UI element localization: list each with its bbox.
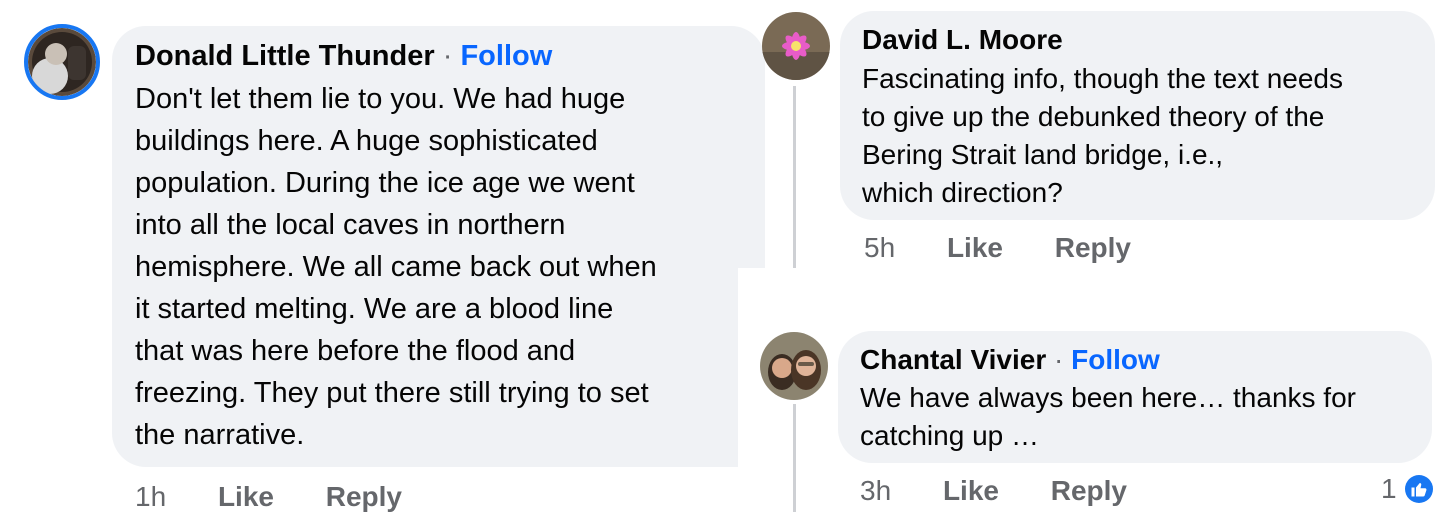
comment-line: catching up … bbox=[860, 420, 1039, 451]
comment-text-chantal: We have always been here… thanks for cat… bbox=[860, 379, 1356, 455]
reply-button[interactable]: Reply bbox=[326, 481, 402, 512]
comment-line: that was here before the flood and bbox=[135, 335, 576, 367]
comment-actions-david: 5h Like Reply bbox=[864, 232, 1175, 264]
avatar-david[interactable] bbox=[762, 12, 830, 80]
flower-photo-icon bbox=[762, 12, 830, 80]
reply-button[interactable]: Reply bbox=[1051, 475, 1127, 506]
follow-button[interactable]: Follow bbox=[460, 40, 552, 72]
like-button[interactable]: Like bbox=[947, 232, 1003, 263]
comment-line: to give up the debunked theory of the bbox=[862, 101, 1325, 132]
comment-line: into all the local caves in northern bbox=[135, 209, 566, 241]
comment-actions-chantal: 3h Like Reply bbox=[860, 475, 1171, 507]
comment-line: freezing. They put there still trying to… bbox=[135, 377, 649, 409]
comment-line: We have always been here… thanks for bbox=[860, 382, 1356, 413]
comment-author-donald: Donald Little Thunder · Follow bbox=[135, 40, 552, 73]
profile-photo-icon bbox=[28, 28, 96, 96]
comment-time[interactable]: 5h bbox=[864, 232, 895, 263]
comment-line: hemisphere. We all came back out when bbox=[135, 251, 657, 283]
follow-button[interactable]: Follow bbox=[1071, 344, 1160, 375]
comment-time[interactable]: 1h bbox=[135, 481, 166, 512]
like-thumb-icon bbox=[1404, 475, 1433, 503]
avatar-chantal[interactable] bbox=[760, 332, 828, 400]
comment-line: the narrative. bbox=[135, 419, 305, 451]
comment-line: Fascinating info, though the text needs bbox=[862, 63, 1343, 94]
author-name[interactable]: Donald Little Thunder bbox=[135, 40, 435, 72]
profile-photo-icon bbox=[760, 332, 828, 400]
reaction-summary[interactable]: 1 bbox=[1381, 473, 1433, 505]
comment-line: Bering Strait land bridge, i.e., bbox=[862, 139, 1224, 170]
reaction-count: 1 bbox=[1381, 473, 1397, 504]
like-button[interactable]: Like bbox=[218, 481, 274, 512]
author-name[interactable]: Chantal Vivier bbox=[860, 344, 1046, 375]
avatar-donald[interactable] bbox=[24, 24, 100, 100]
like-button[interactable]: Like bbox=[943, 475, 999, 506]
thread-connector bbox=[793, 404, 796, 512]
separator-dot: · bbox=[442, 40, 453, 72]
thread-connector bbox=[793, 86, 796, 268]
reply-button[interactable]: Reply bbox=[1055, 232, 1131, 263]
comment-line: it started melting. We are a blood line bbox=[135, 293, 614, 325]
author-name[interactable]: David L. Moore bbox=[862, 24, 1063, 55]
comment-line: which direction? bbox=[862, 177, 1063, 208]
comment-time[interactable]: 3h bbox=[860, 475, 891, 506]
comment-author-chantal: Chantal Vivier · Follow bbox=[860, 344, 1160, 376]
comment-line: population. During the ice age we went bbox=[135, 167, 635, 199]
comment-actions-donald: 1h Like Reply bbox=[135, 481, 446, 513]
comment-line: buildings here. A huge sophisticated bbox=[135, 125, 598, 157]
comment-author-david: David L. Moore bbox=[862, 24, 1063, 56]
comment-text-david: Fascinating info, though the text needs … bbox=[862, 60, 1343, 212]
comment-text-donald: Don't let them lie to you. We had huge b… bbox=[135, 78, 657, 456]
separator-dot: · bbox=[1054, 344, 1064, 375]
comment-line: Don't let them lie to you. We had huge bbox=[135, 83, 626, 115]
